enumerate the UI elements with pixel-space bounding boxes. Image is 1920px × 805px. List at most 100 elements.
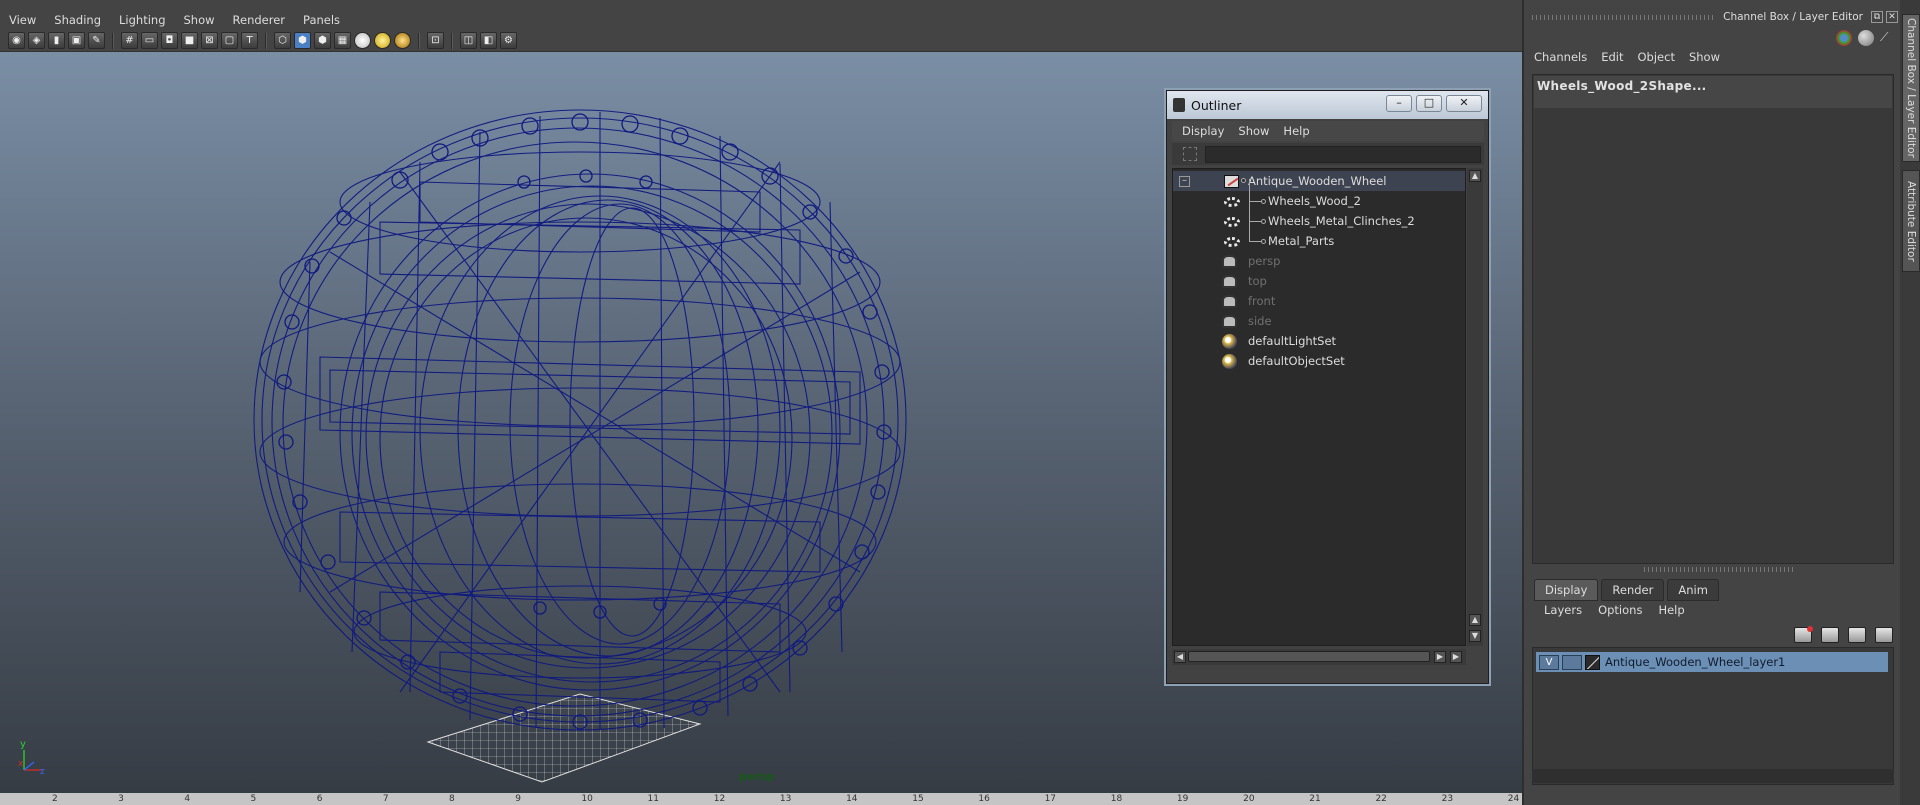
2d-pan-icon[interactable]: ✎ bbox=[88, 32, 105, 49]
outliner-item[interactable]: Wheels_Metal_Clinches_2 bbox=[1173, 211, 1465, 231]
filter-icon[interactable] bbox=[1183, 147, 1197, 161]
collapse-toggle[interactable]: – bbox=[1179, 176, 1190, 187]
move-layer-up-icon[interactable] bbox=[1794, 626, 1813, 643]
menu-show[interactable]: Show bbox=[1238, 124, 1269, 138]
menu-shading[interactable]: Shading bbox=[45, 13, 110, 27]
film-gate-icon[interactable]: ▭ bbox=[141, 32, 158, 49]
layer-horizontal-scrollbar[interactable] bbox=[1532, 769, 1894, 783]
layer-color-swatch[interactable] bbox=[1585, 654, 1600, 670]
outliner-item-label[interactable]: top bbox=[1248, 274, 1267, 288]
close-button[interactable]: ✕ bbox=[1446, 95, 1482, 112]
outliner-item[interactable]: persp bbox=[1173, 251, 1465, 271]
drag-grip[interactable] bbox=[1532, 14, 1716, 20]
scroll-right-icon[interactable]: ▶ bbox=[1450, 651, 1462, 663]
outliner-item-label[interactable]: defaultObjectSet bbox=[1248, 354, 1345, 368]
field-chart-icon[interactable]: ⊠ bbox=[201, 32, 218, 49]
layer-list[interactable]: V Antique_Wooden_Wheel_layer1 bbox=[1532, 647, 1894, 785]
scroll-left-icon[interactable]: ◀ bbox=[1174, 651, 1186, 663]
minimize-button[interactable]: – bbox=[1386, 95, 1412, 112]
shadows-icon[interactable] bbox=[394, 32, 411, 49]
outliner-horizontal-scrollbar[interactable]: ◀ ▶ ▶ bbox=[1172, 649, 1466, 665]
safe-title-icon[interactable]: T bbox=[241, 32, 258, 49]
outliner-item-label[interactable]: Wheels_Wood_2 bbox=[1268, 194, 1361, 208]
hud-icon[interactable]: ⚙ bbox=[500, 32, 517, 49]
maximize-button[interactable]: □ bbox=[1416, 95, 1442, 112]
isolate-select-icon[interactable]: ⊡ bbox=[427, 32, 444, 49]
outliner-item-label[interactable]: front bbox=[1248, 294, 1275, 308]
close-icon[interactable]: ✕ bbox=[1886, 11, 1898, 23]
selected-object-name[interactable]: Wheels_Wood_2Shape... bbox=[1534, 76, 1892, 108]
outliner-item-label[interactable]: Antique_Wooden_Wheel bbox=[1248, 174, 1386, 188]
default-light-icon[interactable] bbox=[354, 32, 371, 49]
grid-icon[interactable]: # bbox=[121, 32, 138, 49]
bookmark-icon[interactable]: ▮ bbox=[48, 32, 65, 49]
outliner-item[interactable]: front bbox=[1173, 291, 1465, 311]
new-layer-icon[interactable] bbox=[1848, 627, 1866, 643]
textured-icon[interactable]: ▦ bbox=[334, 32, 351, 49]
menu-options[interactable]: Options bbox=[1598, 603, 1642, 617]
menu-show[interactable]: Show bbox=[175, 13, 224, 27]
outliner-item-label[interactable]: Wheels_Metal_Clinches_2 bbox=[1268, 214, 1415, 228]
menu-layers[interactable]: Layers bbox=[1544, 603, 1582, 617]
menu-object[interactable]: Object bbox=[1638, 50, 1675, 64]
outliner-item[interactable]: top bbox=[1173, 271, 1465, 291]
menu-edit[interactable]: Edit bbox=[1601, 50, 1623, 64]
smooth-shade-icon[interactable]: ⬢ bbox=[294, 32, 311, 49]
wireframe-icon[interactable]: ⬡ bbox=[274, 32, 291, 49]
outliner-vertical-scrollbar[interactable]: ▲ ▲ ▼ bbox=[1467, 168, 1483, 646]
outliner-item[interactable]: Metal_Parts bbox=[1173, 231, 1465, 251]
resolution-gate-icon[interactable]: ◘ bbox=[161, 32, 178, 49]
gate-mask-icon[interactable]: ■ bbox=[181, 32, 198, 49]
scroll-up-icon[interactable]: ▲ bbox=[1469, 170, 1481, 182]
xray-joints-icon[interactable]: ◧ bbox=[480, 32, 497, 49]
outliner-item-label[interactable]: persp bbox=[1248, 254, 1280, 268]
menu-renderer[interactable]: Renderer bbox=[224, 13, 295, 27]
outliner-item[interactable]: defaultObjectSet bbox=[1173, 351, 1465, 371]
menu-help[interactable]: Help bbox=[1658, 603, 1684, 617]
float-icon[interactable]: ⧉ bbox=[1871, 11, 1883, 23]
use-all-lights-icon[interactable] bbox=[374, 32, 391, 49]
new-layer-from-selection-icon[interactable] bbox=[1875, 627, 1893, 643]
menu-display[interactable]: Display bbox=[1182, 124, 1224, 138]
tab-channel-box-layer-editor[interactable]: Channel Box / Layer Editor bbox=[1902, 14, 1920, 162]
tab-attribute-editor[interactable]: Attribute Editor bbox=[1902, 170, 1920, 272]
outliner-item-label[interactable]: Metal_Parts bbox=[1268, 234, 1334, 248]
outliner-item[interactable]: – Antique_Wooden_Wheel bbox=[1173, 171, 1465, 191]
layer-name[interactable]: Antique_Wooden_Wheel_layer1 bbox=[1603, 655, 1785, 669]
tab-display[interactable]: Display bbox=[1534, 579, 1599, 601]
menu-panels[interactable]: Panels bbox=[294, 13, 349, 27]
channel-box-titlebar[interactable]: Channel Box / Layer Editor ⧉ ✕ bbox=[1524, 8, 1898, 26]
outliner-titlebar[interactable]: Outliner – □ ✕ bbox=[1167, 91, 1488, 119]
tab-render[interactable]: Render bbox=[1601, 579, 1665, 601]
outliner-item-label[interactable]: defaultLightSet bbox=[1248, 334, 1336, 348]
menu-view[interactable]: View bbox=[0, 13, 45, 27]
wireframe-on-shaded-icon[interactable]: ⬢ bbox=[314, 32, 331, 49]
outliner-tree[interactable]: – Antique_Wooden_Wheel Wheels_Wood_2 Whe… bbox=[1172, 168, 1466, 646]
filter-input[interactable] bbox=[1205, 146, 1481, 163]
panel-splitter[interactable] bbox=[1644, 567, 1794, 572]
safe-action-icon[interactable]: ▢ bbox=[221, 32, 238, 49]
tab-anim[interactable]: Anim bbox=[1667, 579, 1719, 601]
layer-visibility-toggle[interactable]: V bbox=[1539, 654, 1559, 670]
move-layer-down-icon[interactable] bbox=[1821, 627, 1839, 643]
scrollbar-thumb[interactable] bbox=[1188, 651, 1430, 662]
channel-list[interactable]: Wheels_Wood_2Shape... bbox=[1532, 74, 1894, 564]
hyper-icon[interactable]: ⟋ bbox=[1880, 30, 1896, 46]
speed-icon[interactable] bbox=[1858, 30, 1874, 46]
xray-icon[interactable]: ◫ bbox=[460, 32, 477, 49]
manipulator-icon[interactable] bbox=[1836, 30, 1852, 46]
menu-lighting[interactable]: Lighting bbox=[110, 13, 174, 27]
time-slider[interactable]: 2 3 4 5 6 7 8 9 10 11 12 13 14 15 16 17 18 19 20 21 22 23 24 bbox=[0, 793, 1522, 805]
scroll-up-icon[interactable]: ▲ bbox=[1469, 614, 1481, 626]
menu-show[interactable]: Show bbox=[1689, 50, 1720, 64]
scroll-down-icon[interactable]: ▼ bbox=[1469, 630, 1481, 642]
layer-row[interactable]: V Antique_Wooden_Wheel_layer1 bbox=[1536, 652, 1888, 672]
outliner-item-label[interactable]: side bbox=[1248, 314, 1272, 328]
layer-display-type-toggle[interactable] bbox=[1562, 654, 1582, 670]
image-plane-icon[interactable]: ▣ bbox=[68, 32, 85, 49]
menu-channels[interactable]: Channels bbox=[1534, 50, 1587, 64]
outliner-item[interactable]: defaultLightSet bbox=[1173, 331, 1465, 351]
outliner-item[interactable]: Wheels_Wood_2 bbox=[1173, 191, 1465, 211]
scroll-right-icon[interactable]: ▶ bbox=[1434, 651, 1446, 663]
menu-help[interactable]: Help bbox=[1283, 124, 1309, 138]
